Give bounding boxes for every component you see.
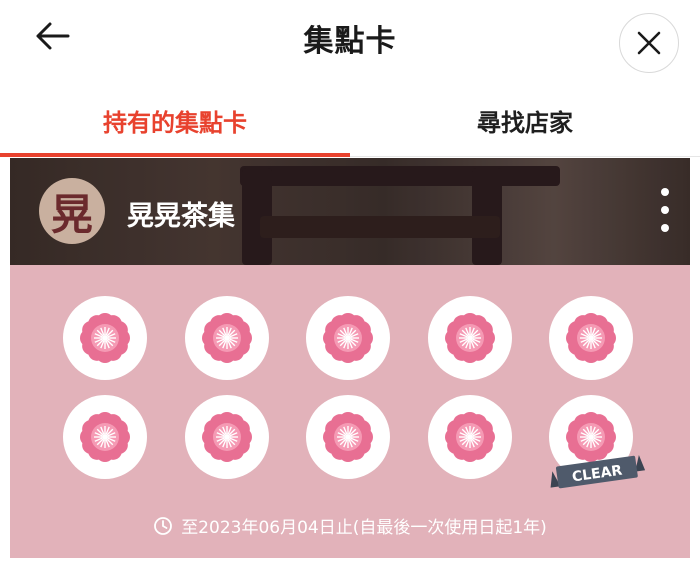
tab-find-stores[interactable]: 尋找店家 [350, 84, 700, 156]
stamp-slot [184, 296, 269, 380]
stamp-slot [549, 296, 633, 380]
more-options-button[interactable] [648, 188, 682, 232]
shop-name[interactable]: 晃晃茶集 [127, 194, 235, 233]
flower-stamp-icon [80, 313, 130, 363]
tab-label: 尋找店家 [477, 108, 573, 137]
tab-label: 持有的集點卡 [103, 108, 247, 137]
flower-stamp-icon [444, 412, 495, 462]
top-bar: 集點卡 [0, 0, 700, 78]
flower-stamp-icon [566, 313, 616, 363]
close-icon [637, 31, 661, 55]
stamp-slot [306, 296, 390, 380]
shop-avatar[interactable]: 晃 [39, 178, 105, 244]
stamp-card[interactable]: 晃 晃晃茶集 CLEAR 至2023年06月04日止(自最後一次使用日起1年) [10, 158, 690, 558]
active-tab-indicator [0, 153, 350, 157]
close-button[interactable] [619, 13, 679, 73]
expiry-text: 至2023年06月04日止(自最後一次使用日起1年) [181, 518, 547, 538]
expiry-info: 至2023年06月04日止(自最後一次使用日起1年) [10, 513, 690, 538]
card-header: 晃 晃晃茶集 [10, 158, 690, 265]
clear-badge: CLEAR [550, 454, 645, 489]
stamp-slot [63, 296, 147, 380]
stamp-slot [184, 395, 269, 479]
flower-stamp-icon [323, 313, 373, 363]
stamp-slot [63, 395, 147, 479]
tab-bar: 持有的集點卡 尋找店家 [0, 84, 700, 157]
page-title: 集點卡 [303, 24, 397, 59]
flower-stamp-icon [80, 412, 130, 462]
flower-stamp-icon [323, 412, 373, 462]
stamp-slot [427, 395, 512, 479]
flower-stamp-icon [201, 313, 252, 363]
stamp-slot [306, 395, 390, 479]
flower-stamp-icon [444, 313, 495, 363]
flower-stamp-icon [201, 412, 252, 462]
tab-owned-cards[interactable]: 持有的集點卡 [0, 84, 350, 156]
clock-icon [154, 516, 173, 535]
stamp-slot [427, 296, 512, 380]
card-body: CLEAR 至2023年06月04日止(自最後一次使用日起1年) [10, 265, 690, 558]
